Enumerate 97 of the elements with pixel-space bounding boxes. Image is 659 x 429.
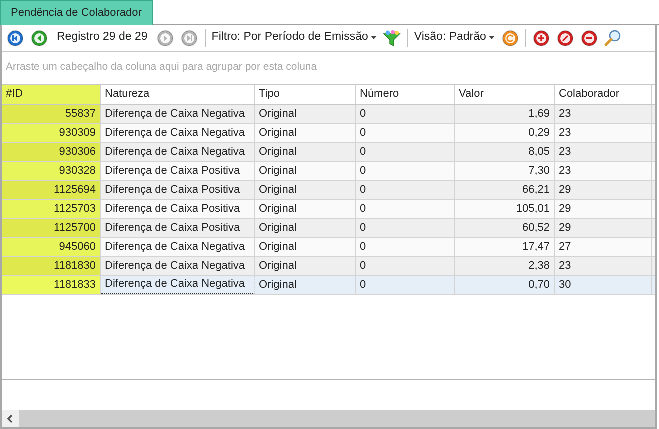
edit-icon (556, 30, 574, 46)
table-cell: 1181833 (2, 276, 101, 294)
table-row[interactable]: 1125694 Diferença de Caixa Positiva Original 0 66,21 29 (2, 181, 655, 200)
first-record-icon (6, 30, 24, 46)
horizontal-scrollbar[interactable] (2, 410, 655, 427)
table-cell: Diferença de Caixa Negativa (101, 257, 255, 275)
previous-record-icon (30, 30, 48, 46)
table-cell: Original (255, 257, 356, 275)
scroll-left-button[interactable] (2, 410, 19, 427)
table-cell: 55837 (2, 105, 101, 123)
table-cell: 105,01 (455, 200, 555, 218)
table-cell: Original (255, 181, 356, 199)
table-cell: 8,05 (455, 143, 555, 161)
table-cell: Original (255, 219, 356, 237)
table-cell: Original (255, 162, 356, 180)
table-cell: 0,29 (455, 124, 555, 142)
table-cell: 23 (555, 124, 652, 142)
table-cell: 23 (555, 162, 652, 180)
table-cell: Diferença de Caixa Negativa (101, 238, 255, 256)
table-cell: 930328 (2, 162, 101, 180)
table-cell: 30 (555, 276, 652, 294)
table-cell: 23 (555, 105, 652, 123)
table-cell: 1181830 (2, 257, 101, 275)
table-cell: 0,70 (455, 276, 555, 294)
table-cell: 2,38 (455, 257, 555, 275)
table-cell: Original (255, 143, 356, 161)
table-row[interactable]: 1181833 Diferença de Caixa Negativa Original 0 0,70 30 (2, 276, 655, 295)
table-cell: 0 (356, 200, 455, 218)
table-cell: 60,52 (455, 219, 555, 237)
table-cell: Original (255, 105, 356, 123)
table-row[interactable]: 1181830 Diferença de Caixa Negativa Original 0 2,38 23 (2, 257, 655, 276)
table-cell: Diferença de Caixa Negativa (101, 276, 255, 294)
table-cell: 1125694 (2, 181, 101, 199)
table-cell: 0 (356, 238, 455, 256)
search-icon (604, 29, 622, 47)
table-row[interactable]: 55837 Diferença de Caixa Negativa Original 0 1,69 23 (2, 105, 655, 124)
table-cell: 0 (356, 143, 455, 161)
table-cell: 17,47 (455, 238, 555, 256)
chevron-left-icon (7, 414, 14, 422)
table-cell: 23 (555, 143, 652, 161)
table-row[interactable]: 1125700 Diferença de Caixa Positiva Original 0 60,52 29 (2, 219, 655, 238)
table-cell: Diferença de Caixa Positiva (101, 219, 255, 237)
table-cell: 930306 (2, 143, 101, 161)
table-cell: 23 (555, 257, 652, 275)
table-cell: 7,30 (455, 162, 555, 180)
edit-button[interactable] (556, 29, 574, 47)
add-button[interactable] (532, 29, 550, 47)
table-cell: 27 (555, 238, 652, 256)
table-cell: 930309 (2, 124, 101, 142)
delete-button[interactable] (580, 29, 598, 47)
previous-record-button[interactable] (30, 29, 48, 47)
column-header[interactable]: #ID (2, 85, 101, 104)
table-cell: Diferença de Caixa Positiva (101, 181, 255, 199)
group-panel-hint: Arraste um cabeçalho da coluna aqui para agrupar por esta coluna (6, 60, 318, 76)
table-cell: Diferença de Caixa Negativa (101, 124, 255, 142)
table-cell: 1,69 (455, 105, 555, 123)
filter-dropdown[interactable]: Filtro: Por Período de Emissão (212, 29, 378, 47)
table-cell: Original (255, 200, 356, 218)
view-dropdown[interactable]: Visão: Padrão (414, 29, 496, 47)
last-record-icon (181, 30, 198, 46)
table-cell: 66,21 (455, 181, 555, 199)
table-cell: 0 (356, 257, 455, 275)
table-cell: 0 (356, 219, 455, 237)
first-record-button[interactable] (6, 29, 24, 47)
table-cell: Diferença de Caixa Positiva (101, 162, 255, 180)
table-cell: 0 (356, 276, 455, 294)
caret-icon (489, 36, 496, 40)
table-cell: Diferença de Caixa Negativa (101, 143, 255, 161)
table-cell: 945060 (2, 238, 101, 256)
table-cell: 29 (555, 219, 652, 237)
table-row[interactable]: 930328 Diferença de Caixa Positiva Original 0 7,30 23 (2, 162, 655, 181)
table-cell: 1125700 (2, 219, 101, 237)
table-row[interactable]: 1125703 Diferença de Caixa Positiva Original 0 105,01 29 (2, 200, 655, 219)
tab[interactable]: Pendência de Colaborador (0, 0, 153, 25)
table-cell: 1125703 (2, 200, 101, 218)
table-cell: 29 (555, 181, 652, 199)
table-cell: 0 (356, 162, 455, 180)
table-cell: Diferença de Caixa Positiva (101, 200, 255, 218)
table-row[interactable]: 930309 Diferença de Caixa Negativa Original 0 0,29 23 (2, 124, 655, 143)
table-cell: 0 (356, 181, 455, 199)
filter-button[interactable] (383, 30, 402, 46)
next-record-icon (157, 30, 174, 46)
table-row[interactable]: 930306 Diferença de Caixa Negativa Original 0 8,05 23 (2, 143, 655, 162)
table-cell: Diferença de Caixa Negativa (101, 105, 255, 123)
table-cell: 0 (356, 105, 455, 123)
table-row[interactable]: 945060 Diferença de Caixa Negativa Original 0 17,47 27 (2, 238, 655, 257)
table-cell: 0 (356, 124, 455, 142)
table-cell: Original (255, 124, 356, 142)
table-cell: Original (255, 276, 356, 294)
table-cell: Original (255, 238, 356, 256)
add-icon (532, 30, 550, 46)
caret-icon (371, 36, 378, 40)
delete-icon (580, 30, 598, 46)
search-button[interactable] (604, 29, 622, 47)
record-counter: Registro 29 de 29 (57, 30, 148, 46)
table-cell: 29 (555, 200, 652, 218)
funnel-icon (383, 30, 402, 46)
